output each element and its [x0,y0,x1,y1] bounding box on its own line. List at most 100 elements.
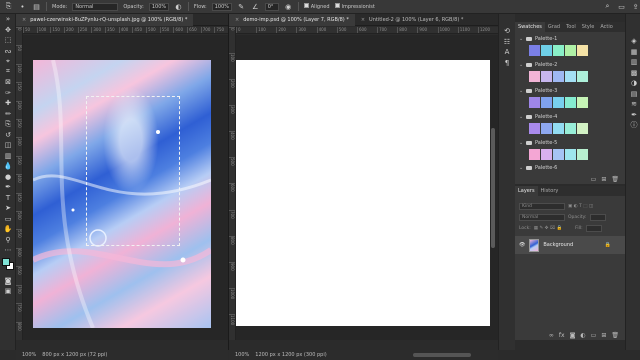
palette-group[interactable]: ⌄ Palette-2 [515,58,625,84]
properties-panel-icon[interactable]: ☷ [499,37,515,48]
chevron-down-icon[interactable]: ⌄ [519,165,523,171]
fill-input[interactable] [585,224,602,232]
swatch-chip[interactable] [553,123,564,134]
gradient-panel-icon[interactable]: ▥ [626,57,640,68]
fx-icon[interactable]: fx [559,332,565,339]
palette-group[interactable]: ⌄ Palette-3 [515,84,625,110]
workspace-icon[interactable]: ▭ [617,2,626,11]
tab-actions[interactable]: Actio [597,22,616,32]
color-panel-icon[interactable]: ◈ [626,36,640,47]
chevron-down-icon[interactable]: ⌄ [519,140,523,146]
impressionist-checkbox[interactable] [334,3,340,8]
selection-marquee[interactable] [86,96,180,246]
vertical-scrollbar[interactable] [491,128,495,248]
collapse-toolbar-icon[interactable]: » [0,14,16,25]
chevron-down-icon[interactable]: ⌄ [519,88,523,94]
pen-tool-icon[interactable]: ✒ [0,182,16,193]
eraser-icon[interactable]: ◫ [0,140,16,151]
swatches-panel-icon[interactable]: ▦ [626,47,640,58]
filter-icons[interactable]: ▣ ◐ T ⬚ ◫ [568,204,593,209]
swatch-chip[interactable] [565,71,576,82]
document-info[interactable]: 1200 px x 1200 px (300 ppi) [255,352,326,358]
paths-panel-icon[interactable]: ✒ [626,110,640,121]
close-icon[interactable]: × [361,17,365,23]
group-icon[interactable]: ▭ [591,332,597,339]
swatch-chip[interactable] [529,123,540,134]
layer-row[interactable]: 👁 Background 🔒 [515,236,625,254]
swatch-chip[interactable] [553,71,564,82]
swatch-chip[interactable] [577,71,588,82]
swatch-chip[interactable] [565,149,576,160]
tab-history[interactable]: History [538,186,562,196]
swatch-chip[interactable] [529,97,540,108]
path-select-icon[interactable]: ➤ [0,203,16,214]
close-icon[interactable]: × [22,17,26,23]
pressure-opacity-icon[interactable]: ◐ [174,2,183,11]
swatch-chip[interactable] [541,71,552,82]
swatch-chip[interactable] [577,45,588,56]
angle-input[interactable]: 0° [264,2,279,11]
chevron-down-icon[interactable]: ⌄ [519,114,523,120]
search-icon[interactable]: ⌕ [603,2,612,11]
blur-tool-icon[interactable]: 💧 [0,161,16,172]
history-brush-icon[interactable]: ↺ [0,130,16,141]
tab-swatches[interactable]: Swatches [515,22,545,32]
trash-icon[interactable]: 🗑 [611,332,619,339]
horizontal-scrollbar[interactable] [412,353,471,357]
new-swatch-icon[interactable]: ⊞ [601,176,606,183]
quick-mask-icon[interactable]: ◙ [0,276,16,287]
share-icon[interactable]: ⇪ [631,2,640,11]
swatch-chip[interactable] [565,123,576,134]
libraries-panel-icon[interactable]: ▤ [626,89,640,100]
swatch-chip[interactable] [529,149,540,160]
swatch-chip[interactable] [541,123,552,134]
tab-layers[interactable]: Layers [515,186,538,196]
quick-select-icon[interactable]: ⌖ [0,56,16,67]
swatch-chip[interactable] [553,97,564,108]
angle-icon[interactable]: ∠ [251,2,260,11]
zoom-level[interactable]: 100% [235,352,249,358]
foreground-color-swatch[interactable] [2,257,10,266]
link-icon[interactable]: ∞ [549,332,554,339]
clone-stamp-icon[interactable]: ⎘ [4,2,13,11]
swatch-chip[interactable] [565,45,576,56]
zoom-level[interactable]: 100% [22,352,36,358]
new-layer-icon[interactable]: ⊞ [601,332,606,339]
layer-opacity-input[interactable] [589,213,606,221]
gradient-tool-icon[interactable]: ▥ [0,151,16,162]
swatch-chip[interactable] [553,149,564,160]
impressionist-option[interactable]: Impressionist [334,3,375,10]
swatch-chip[interactable] [553,45,564,56]
brush-preset-icon[interactable]: • [18,2,27,11]
new-group-icon[interactable]: ▭ [591,176,597,183]
palette-group[interactable]: ⌄ Palette-5 [515,136,625,162]
layer-kind-filter[interactable]: Kind [519,202,565,210]
marquee-tool-icon[interactable]: ⬚ [0,35,16,46]
lasso-tool-icon[interactable]: ᔓ [0,46,16,57]
blank-document[interactable] [236,60,490,326]
tab-tool-presets[interactable]: Tool [563,22,579,32]
palette-group[interactable]: ⌄ Palette-4 [515,110,625,136]
aligned-checkbox[interactable] [303,3,309,8]
swatch-chip[interactable] [577,149,588,160]
clone-stamp-tool-icon[interactable]: ⎘ [0,119,16,130]
info-panel-icon[interactable]: ⓘ [626,120,640,131]
frame-tool-icon[interactable]: ⊠ [0,77,16,88]
trash-icon[interactable]: 🗑 [611,176,619,183]
chevron-down-icon[interactable]: ⌄ [519,62,523,68]
tab-styles[interactable]: Style [579,22,598,32]
aligned-option[interactable]: Aligned [303,3,330,10]
tab-gradients[interactable]: Grad [545,22,563,32]
document-info[interactable]: 800 px x 1200 px (72 ppi) [42,352,107,358]
mask-icon[interactable]: ◙ [570,332,576,339]
adjustment-icon[interactable]: ◐ [580,332,585,339]
mode-select[interactable]: Normal [72,2,119,11]
shape-tool-icon[interactable]: ▭ [0,214,16,225]
screen-mode-icon[interactable]: ▣ [0,286,16,297]
type-tool-icon[interactable]: T [0,193,16,204]
healing-brush-icon[interactable]: ✚ [0,98,16,109]
swatch-chip[interactable] [529,45,540,56]
swatch-chip[interactable] [541,97,552,108]
brush-settings-icon[interactable]: ▤ [32,2,41,11]
airbrush-icon[interactable]: ✎ [237,2,246,11]
